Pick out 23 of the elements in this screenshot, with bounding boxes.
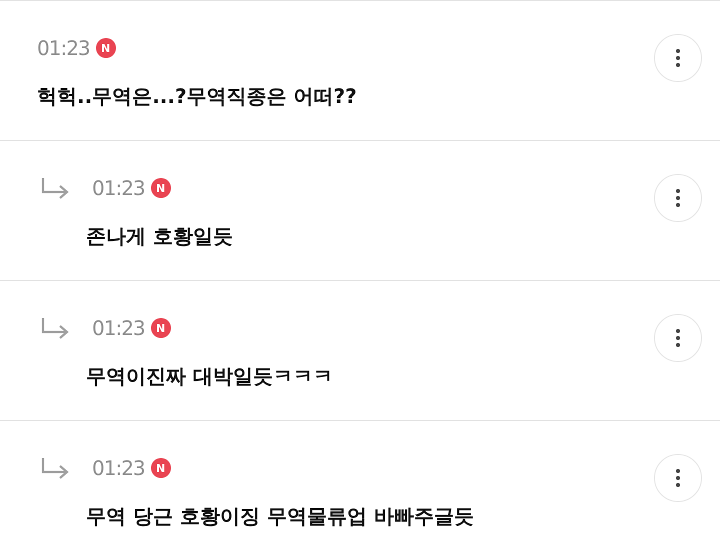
new-badge: N	[150, 318, 171, 338]
new-badge: N	[96, 38, 116, 58]
more-options-button[interactable]	[654, 314, 702, 362]
comment-text: 무역 당근 호황이징 무역물류업 바빠주글듯	[85, 503, 475, 530]
more-icon	[676, 49, 680, 67]
reply-arrow-icon	[40, 457, 70, 479]
comment-text: 무역이진짜 대박일듯ㅋㅋㅋ	[85, 363, 334, 390]
comment-text: 헉헉..무역은...?무역직종은 어떠??	[37, 83, 358, 110]
new-badge: N	[150, 458, 171, 478]
comment-time: 01:23	[92, 176, 145, 200]
more-options-button[interactable]	[654, 174, 702, 222]
more-icon	[676, 329, 680, 347]
reply-arrow-icon	[40, 177, 70, 199]
comment-time: 01:23	[92, 316, 145, 340]
more-icon	[676, 189, 680, 207]
new-badge: N	[150, 178, 171, 198]
comment-text: 존나게 호황일듯	[85, 223, 234, 250]
comment-time: 01:23	[37, 36, 90, 60]
more-options-button[interactable]	[654, 454, 702, 502]
comment-time: 01:23	[92, 456, 145, 480]
more-icon	[676, 469, 680, 487]
reply-arrow-icon	[40, 317, 70, 339]
more-options-button[interactable]	[654, 34, 702, 82]
